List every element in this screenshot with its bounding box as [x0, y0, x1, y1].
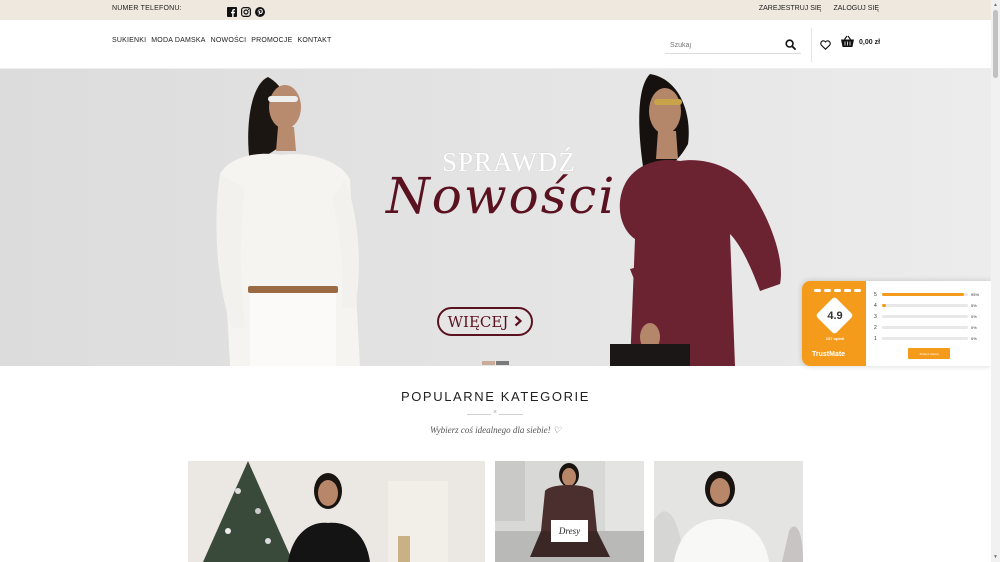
page-scrollbar[interactable]: ▲ ▼: [991, 0, 1000, 562]
slider-dot-1[interactable]: [482, 361, 495, 365]
rating-stars-label: 4: [874, 302, 877, 309]
trustmate-opinions: 137 opinii: [825, 336, 845, 341]
pinterest-icon[interactable]: [255, 4, 265, 17]
category-label-dresy[interactable]: Dresy: [551, 520, 588, 542]
hero-headline-big: Nowości: [386, 167, 617, 225]
scroll-up-arrow-icon[interactable]: ▲: [993, 2, 998, 8]
chevron-right-icon: [514, 313, 523, 331]
search-icon[interactable]: [785, 37, 796, 55]
rating-stars-label: 3: [874, 313, 877, 320]
nav-item-sukienki[interactable]: SUKIENKI: [112, 37, 146, 44]
rating-bar: [882, 337, 968, 340]
nav-item-nowosci[interactable]: NOWOŚCI: [211, 37, 247, 44]
model-burgundy-top-image: [610, 74, 781, 366]
header-divider: [811, 28, 812, 62]
rating-stars-label: 1: [874, 335, 877, 342]
categories-title: POPULARNE KATEGORIE: [400, 389, 591, 404]
nav-item-moda-damska[interactable]: MODA DAMSKA: [151, 37, 205, 44]
white-top-photo: [654, 461, 803, 562]
rating-row-2: 2 0%: [874, 322, 984, 333]
rating-bar-fill: [882, 293, 964, 296]
instagram-icon[interactable]: [241, 4, 252, 18]
cart-button[interactable]: 0,00 zł: [840, 35, 880, 50]
trustmate-score: 4.9: [827, 310, 843, 322]
search-box: [665, 34, 801, 55]
trustmate-dots: [814, 289, 861, 292]
rating-row-5: 5 95%: [874, 289, 984, 300]
rating-stars-label: 5: [874, 291, 877, 298]
cart-total: 0,00 zł: [859, 39, 881, 46]
trustmate-score-panel: 4.9 137 opinii TrustMate: [802, 281, 866, 366]
rating-bar: [882, 315, 968, 318]
rating-row-4: 4 5%: [874, 300, 984, 311]
rating-percent: 0%: [971, 314, 977, 319]
account-links: ZAREJESTRUJ SIĘ ZALOGUJ SIĘ: [759, 5, 879, 12]
slider-dots: [482, 361, 509, 365]
scroll-down-arrow-icon[interactable]: ▼: [993, 554, 998, 560]
rating-row-3: 3 0%: [874, 311, 984, 322]
category-tile-dresy[interactable]: [495, 461, 644, 562]
trustmate-ratings: 5 95% 4 5% 3 0% 2 0% 1 0%: [874, 289, 984, 344]
scrollbar-thumb[interactable]: [993, 10, 998, 78]
wishlist-heart-icon[interactable]: [820, 37, 831, 55]
slider-dot-2[interactable]: [496, 361, 509, 365]
rating-percent: 5%: [971, 303, 977, 308]
tracksuit-photo: [495, 461, 644, 562]
rating-row-1: 1 0%: [874, 333, 984, 344]
rating-bar: [882, 304, 968, 307]
search-input[interactable]: [665, 36, 775, 55]
phone-label: NUMER TELEFONU:: [112, 5, 182, 12]
nav-item-kontakt[interactable]: KONTAKT: [298, 37, 332, 44]
model-white-outfit-image: [216, 77, 360, 366]
nav-item-promocje[interactable]: PROMOCJE: [251, 37, 292, 44]
basket-icon: [840, 35, 855, 50]
login-link[interactable]: ZALOGUJ SIĘ: [833, 5, 879, 12]
trustmate-brand: TrustMate: [812, 351, 846, 358]
categories-subtitle: Wybierz coś idealnego dla siebie! ♡: [430, 425, 561, 435]
hero-more-button[interactable]: WIĘCEJ: [437, 307, 533, 336]
rating-stars-label: 2: [874, 324, 877, 331]
rating-percent: 95%: [971, 292, 980, 297]
top-bar: NUMER TELEFONU: ZAREJESTRUJ SIĘ ZALOGUJ …: [0, 0, 991, 20]
main-nav: SUKIENKI MODA DAMSKA NOWOŚCI PROMOCJE KO…: [112, 37, 331, 44]
rating-percent: 0%: [971, 336, 977, 341]
rating-bar-fill: [882, 304, 887, 307]
social-links: [227, 4, 265, 18]
divider-cross-icon: ×: [491, 409, 500, 416]
christmas-photo: [188, 461, 485, 562]
trustmate-more-button[interactable]: Zobacz więcej: [908, 348, 950, 359]
facebook-icon[interactable]: [227, 4, 237, 17]
category-tile-1[interactable]: [188, 461, 485, 562]
main-header: SUKIENKI MODA DAMSKA NOWOŚCI PROMOCJE KO…: [0, 20, 991, 69]
hero-more-label: WIĘCEJ: [447, 312, 509, 331]
trustmate-widget[interactable]: 4.9 137 opinii TrustMate 5 95% 4 5% 3 0% 2 0% 1 0…: [802, 281, 991, 366]
rating-percent: 0%: [971, 325, 977, 330]
rating-bar: [882, 326, 968, 329]
register-link[interactable]: ZAREJESTRUJ SIĘ: [759, 5, 822, 12]
rating-bar: [882, 293, 968, 296]
category-tile-3[interactable]: [654, 461, 803, 562]
